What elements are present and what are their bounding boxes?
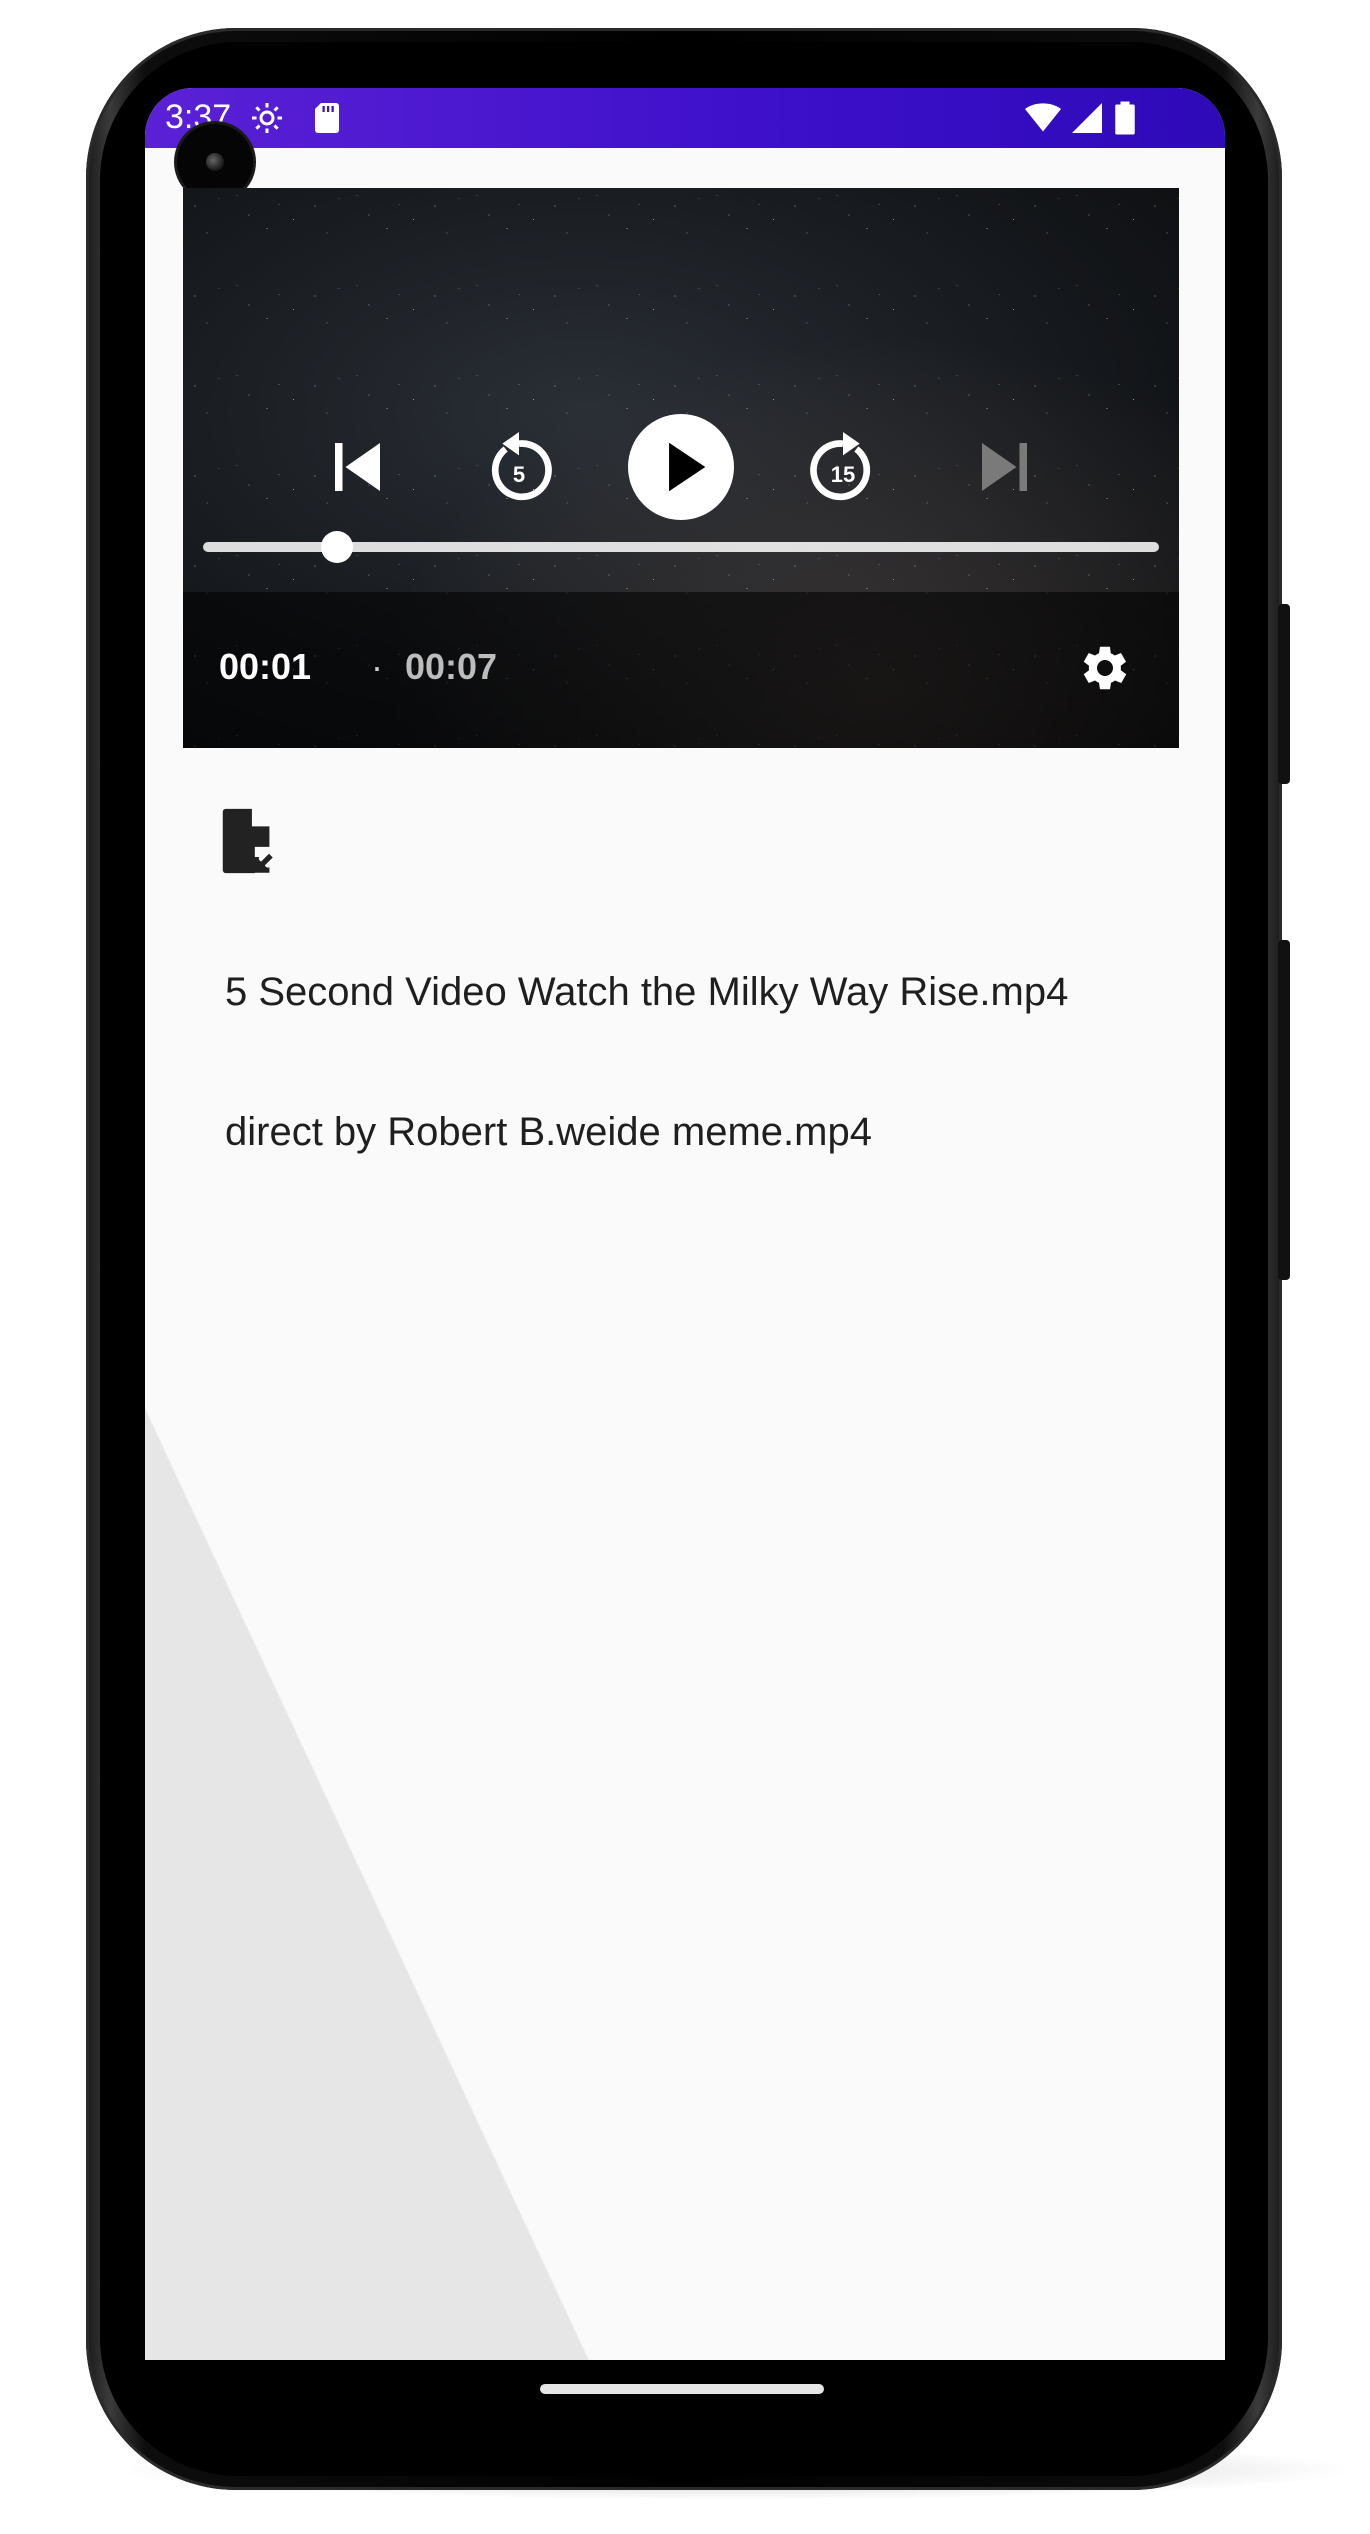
status-bar: 3:37 (145, 88, 1225, 148)
next-button[interactable] (951, 412, 1061, 522)
video-player[interactable]: 5 15 00:01 · 00:07 (183, 188, 1179, 748)
current-time: 00:01 (219, 646, 312, 687)
wifi-icon (1025, 103, 1061, 132)
battery-icon (1115, 101, 1135, 135)
cell-signal-icon (1072, 103, 1102, 133)
play-icon (628, 414, 734, 520)
previous-button[interactable] (301, 412, 411, 522)
next-icon (982, 443, 1027, 491)
file-open-icon[interactable] (219, 806, 279, 876)
home-indicator[interactable] (540, 2384, 824, 2394)
page: 3:37 5 15 00:01 · 00:07 5 Second Video W… (0, 0, 1370, 2534)
previous-icon (335, 443, 380, 491)
settings-gear-icon (252, 103, 282, 133)
play-button[interactable] (626, 412, 736, 522)
file-item[interactable]: direct by Robert B.weide meme.mp4 (225, 1110, 872, 1155)
seek-thumb[interactable] (320, 531, 353, 563)
time-separator: · (371, 646, 383, 687)
rewind-seconds-label: 5 (512, 462, 526, 487)
file-item[interactable]: 5 Second Video Watch the Milky Way Rise.… (225, 970, 1068, 1015)
sd-card-icon (315, 103, 339, 133)
player-bottom-bar (183, 592, 1179, 748)
volume-button (1278, 940, 1290, 1280)
power-button (1278, 604, 1290, 784)
rewind-button[interactable]: 5 (464, 412, 574, 522)
duration: 00:07 (405, 646, 498, 687)
forward-button[interactable]: 15 (788, 412, 898, 522)
settings-icon[interactable] (1073, 638, 1133, 698)
screen: 3:37 5 15 00:01 · 00:07 5 Second Video W… (145, 88, 1225, 2360)
forward-seconds-label: 15 (830, 462, 856, 487)
